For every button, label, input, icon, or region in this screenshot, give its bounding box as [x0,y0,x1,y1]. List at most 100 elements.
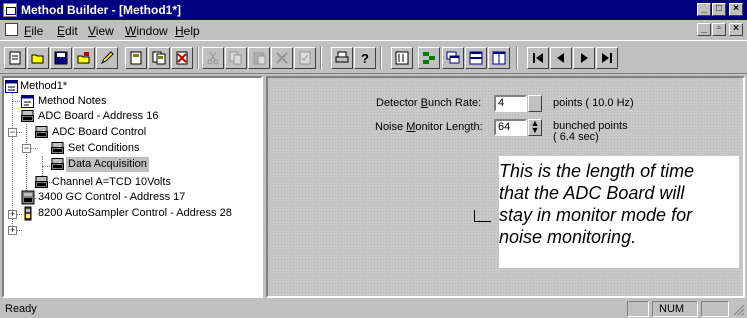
next-icon [581,53,588,63]
new-button[interactable] [4,47,26,69]
tree-item-label: Method1* [20,80,68,92]
cut-button[interactable] [202,47,224,69]
save-button[interactable] [50,47,72,69]
num-lock-indicator: NUM [652,301,698,317]
bunch-rate-label: Detector Bunch Rate: [376,97,482,109]
view-cascade-icon [446,51,460,64]
bunch-rate-input[interactable]: 4 [494,95,527,112]
properties-icon [299,51,311,65]
menu-edit[interactable]: Edit [57,24,78,38]
cut-icon [207,51,219,65]
method-delete-button[interactable] [171,47,193,69]
callout-line: This is the length of time [499,161,695,181]
doc-minimize-button[interactable]: _ [697,23,711,36]
open-method-button[interactable] [73,47,95,69]
view-split-icon [469,51,483,65]
maximize-button[interactable]: □ [712,3,726,16]
toolbar-separator [197,47,199,69]
tree-item-label: 8200 AutoSampler Control - Address 28 [38,207,232,219]
view-tree-icon [423,52,435,64]
view-list-icon [395,51,409,65]
open-method-icon [77,52,90,64]
menu-bar: File Edit View Window Help _ ▫ × [0,20,747,40]
callout-line: that the ADC Board will [499,183,685,203]
document-icon[interactable] [5,23,18,36]
status-text: Ready [5,303,37,315]
edit-button[interactable] [96,47,118,69]
view-4-button[interactable] [465,47,487,69]
next-button[interactable] [573,47,595,69]
previous-button[interactable] [550,47,572,69]
copy-button[interactable] [225,47,247,69]
method-tree[interactable]: Method1* Method Notes − ADC Board - Addr… [2,76,263,298]
tree-item-label: ADC Board Control [52,126,147,138]
print-button[interactable] [331,47,353,69]
tree-item-label: Method Notes [38,95,107,107]
print-icon [335,51,349,63]
method-copy-button[interactable] [148,47,170,69]
resize-grip-icon[interactable] [732,303,745,316]
board-icon [51,158,64,170]
bunch-rate-spinner-disabled [528,95,542,112]
expand-toggle[interactable]: + [8,226,17,235]
view-1-button[interactable] [391,47,413,69]
doc-restore-button[interactable]: ▫ [712,23,726,36]
toolbar-separator [516,47,518,69]
menu-window[interactable]: Window [125,24,168,38]
callout-pointer [474,210,491,222]
bunch-rate-units: points ( 10.0 Hz) [553,97,634,109]
callout-line: noise monitoring. [499,227,637,247]
tree-item-label: Set Conditions [68,142,140,154]
window-title: Method Builder - [Method1*] [21,3,181,17]
help-button[interactable]: ? [354,47,376,69]
open-folder-icon [31,54,44,64]
close-button[interactable]: × [729,3,743,16]
previous-icon [557,53,564,63]
status-pane [627,301,649,317]
board-icon [21,110,34,122]
paste-button[interactable] [248,47,270,69]
first-button[interactable] [527,47,549,69]
expand-toggle[interactable]: + [8,210,17,219]
open-button[interactable] [27,47,49,69]
view-3-button[interactable] [442,47,464,69]
copy-icon [229,51,242,65]
tree-item-label: 3400 GC Control - Address 17 [38,191,186,203]
properties-button[interactable] [294,47,316,69]
minimize-button[interactable]: _ [697,3,711,16]
menu-file[interactable]: File [24,24,43,38]
collapse-toggle[interactable]: − [8,128,17,137]
pencil-icon [100,51,114,65]
noise-monitor-label: Noise Monitor Length: [375,121,483,133]
save-disk-icon [54,51,68,65]
app-icon[interactable] [3,3,17,17]
toolbar: ? [0,40,747,74]
doc-close-button[interactable]: × [729,23,743,36]
delete-button[interactable] [271,47,293,69]
toolbar-separator [380,47,382,69]
gc-instrument-icon [21,190,35,205]
callout-note: This is the length of time that the ADC … [499,156,739,268]
method-new-button[interactable] [125,47,147,69]
method-new-icon [130,51,142,65]
noise-monitor-spinner[interactable]: ▲ ▼ [528,119,542,136]
paste-icon [253,52,266,65]
tree-connector [26,124,27,199]
method-copy-icon [152,51,166,65]
title-bar: Method Builder - [Method1*] _ □ × [0,0,747,20]
board-icon [35,126,48,138]
delete-icon [276,52,288,64]
collapse-toggle[interactable]: − [22,144,31,153]
view-2-button[interactable] [418,47,440,69]
board-icon [51,142,64,154]
noise-duration: ( 6.4 sec) [553,131,599,143]
noise-monitor-input[interactable]: 64 [494,119,527,136]
last-icon [602,53,612,63]
first-icon [533,53,543,63]
status-pane [701,301,729,317]
last-button[interactable] [596,47,618,69]
menu-view[interactable]: View [88,24,114,38]
view-5-button[interactable] [488,47,510,69]
menu-help[interactable]: Help [175,24,200,38]
new-file-icon [9,51,21,65]
